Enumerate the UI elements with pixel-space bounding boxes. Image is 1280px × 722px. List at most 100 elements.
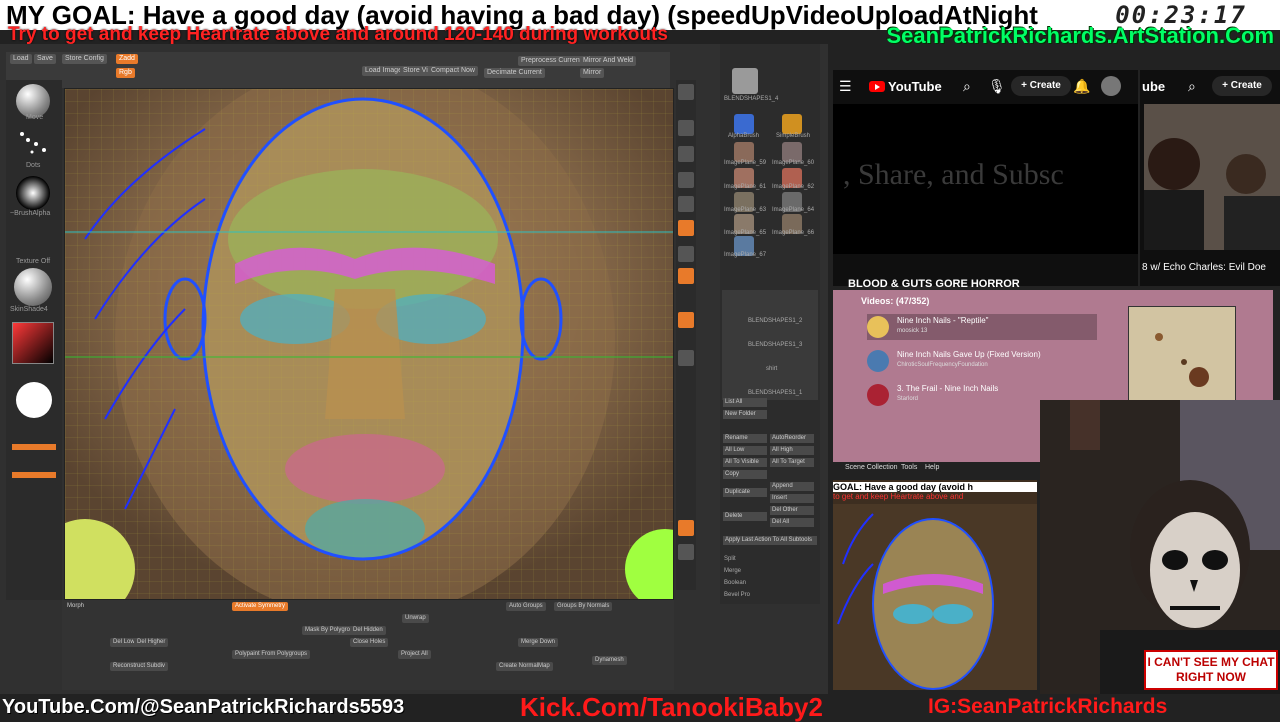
groups-by-normals-button[interactable]: Groups By Normals [554, 602, 613, 611]
zb-preprocess-button[interactable]: Preprocess Current [518, 56, 585, 66]
subtool-blendshapes-1[interactable]: BLENDSHAPES1_1 [748, 390, 802, 396]
floor-button[interactable] [678, 246, 694, 262]
zoom-button[interactable] [678, 146, 694, 162]
alpha-label: ~BrushAlpha [10, 210, 51, 217]
tool-thumb-imageplane-59[interactable] [734, 142, 754, 162]
alpha-icon[interactable] [16, 176, 50, 210]
zsub-button[interactable] [12, 472, 56, 478]
zb-save-button[interactable]: Save [34, 54, 56, 64]
playlist-item[interactable]: Nine Inch Nails Gave Up (Fixed Version) … [867, 348, 1097, 374]
subtool-list-all-button[interactable]: List All [723, 398, 767, 407]
zb-rgb-button[interactable]: Rgb [116, 68, 135, 78]
dynamesh-button[interactable]: Dynamesh [592, 656, 627, 665]
tool-thumb-alphabrush[interactable] [734, 114, 754, 134]
menu-scene-collection[interactable]: Scene Collection [845, 464, 898, 471]
subtool-append-button[interactable]: Append [770, 482, 814, 491]
main-color-swatch[interactable] [16, 382, 52, 418]
activate-symmetry-button[interactable]: Activate Symmetry [232, 602, 289, 611]
frame-button[interactable] [678, 350, 694, 366]
podcast-title[interactable]: 8 w/ Echo Charles: Evil Doe [1142, 262, 1266, 273]
solo-button[interactable] [678, 544, 694, 560]
subtool-merge-menu[interactable]: Merge [724, 568, 741, 574]
subtool-copy-button[interactable]: Copy [723, 470, 767, 479]
subtool-all-target-button[interactable]: All To Target [770, 458, 814, 467]
polypaint-from-polygroups-button[interactable]: Polypaint From Polygroups [232, 650, 311, 659]
bpr-button[interactable] [678, 84, 694, 100]
move-brush-icon[interactable] [16, 84, 50, 118]
material-icon[interactable] [14, 268, 52, 306]
youtube-logo[interactable]: YouTube [869, 79, 942, 94]
preview-heartrate-text: to get and keep Heartrate above and [833, 492, 964, 501]
close-holes-button[interactable]: Close Holes [350, 638, 389, 647]
subtool-new-folder-button[interactable]: New Folder [723, 410, 767, 419]
zb-mirror-button[interactable]: Mirror [580, 68, 605, 78]
tool-thumb-simplebrush[interactable] [782, 114, 802, 134]
create-normalmap-button[interactable]: Create NormalMap [496, 662, 553, 671]
subtool-boolean-menu[interactable]: Boolean [724, 580, 746, 586]
zb-load-button[interactable]: Load [10, 54, 32, 64]
zb-decimate-button[interactable]: Decimate Current [484, 68, 545, 78]
zb-mirror-weld-button[interactable]: Mirror And Weld [580, 56, 637, 66]
subtool-split-menu[interactable]: Split [724, 556, 736, 562]
merge-down-button[interactable]: Merge Down [518, 638, 559, 647]
reconstruct-subdiv-button[interactable]: Reconstruct Subdiv [110, 662, 169, 671]
subtool-insert-button[interactable]: Insert [770, 494, 814, 503]
transp-button[interactable] [678, 520, 694, 536]
subtool-all-visible-button[interactable]: All To Visible [723, 458, 767, 467]
avatar[interactable] [1101, 76, 1121, 96]
del-higher-button[interactable]: Del Higher [134, 638, 169, 647]
menu-icon[interactable]: ☰ [839, 78, 852, 95]
local-button[interactable] [678, 268, 694, 284]
search-icon[interactable]: ⌕ [963, 78, 971, 95]
youtube-logo-fragment[interactable]: ube [1142, 79, 1165, 94]
unwrap-button[interactable]: Unwrap [402, 614, 429, 623]
album-art [1128, 306, 1236, 402]
persp-button[interactable] [678, 220, 694, 236]
subtool-all-high-button[interactable]: All High [770, 446, 814, 455]
zb-zadd-button[interactable]: Zadd [116, 54, 138, 64]
zbrush-right-shelf [676, 80, 696, 590]
bell-icon[interactable]: 🔔 [1073, 78, 1090, 95]
search-icon-2[interactable]: ⌕ [1188, 78, 1196, 95]
zb-store-config-button[interactable]: Store Config [62, 54, 107, 64]
subtool-autoreorder-button[interactable]: AutoReorder [770, 434, 814, 443]
dots-stroke-icon[interactable] [16, 128, 50, 158]
create-button[interactable]: + Create [1011, 76, 1071, 96]
xyz-button[interactable] [678, 312, 694, 328]
tool-label-alphabrush: AlphaBrush [728, 133, 760, 139]
obs-preview[interactable]: GOAL: Have a good day (avoid h to get an… [833, 480, 1037, 690]
subtool-apply-all-button[interactable]: Apply Last Action To All Subtools [723, 536, 817, 545]
auto-groups-button[interactable]: Auto Groups [506, 602, 546, 611]
tool-thumb-imageplane-60[interactable] [782, 142, 802, 162]
subtool-blendshapes-3[interactable]: BLENDSHAPES1_3 [748, 342, 802, 348]
menu-help[interactable]: Help [925, 464, 939, 471]
subtool-del-all-button[interactable]: Del All [770, 518, 814, 527]
subtool-duplicate-button[interactable]: Duplicate [723, 488, 767, 497]
tool-thumb-blendshapes[interactable] [732, 68, 758, 94]
mrg-button[interactable] [12, 444, 56, 450]
mic-icon[interactable]: 🎙 [988, 78, 1006, 95]
subtool-delete-button[interactable]: Delete [723, 512, 767, 521]
zb-load-image-button[interactable]: Load Image [362, 66, 405, 76]
playlist-item[interactable]: Nine Inch Nails - "Reptile" moosick 13 [867, 314, 1097, 340]
zb-compact-now-button[interactable]: Compact Now [428, 66, 478, 76]
subtool-rename-button[interactable]: Rename [723, 434, 767, 443]
subtool-blendshapes-2[interactable]: BLENDSHAPES1_2 [748, 318, 802, 324]
project-all-button[interactable]: Project All [398, 650, 431, 659]
actual-button[interactable] [678, 172, 694, 188]
podcast-video-thumb[interactable] [1144, 104, 1280, 250]
kick-channel-url: Kick.Com/TanookiBaby2 [520, 692, 823, 722]
subtool-del-other-button[interactable]: Del Other [770, 506, 814, 515]
subtool-bevel-pro-menu[interactable]: Bevel Pro [724, 592, 750, 598]
menu-tools[interactable]: Tools [901, 464, 917, 471]
color-picker[interactable] [12, 322, 54, 364]
scroll-button[interactable] [678, 120, 694, 136]
create-button-2[interactable]: + Create [1212, 76, 1272, 96]
obs-menubar: Scene Collection Tools Help [833, 462, 1033, 476]
subtool-all-low-button[interactable]: All Low [723, 446, 767, 455]
subtool-shirt[interactable]: shirt [766, 366, 777, 372]
del-hidden-button[interactable]: Del Hidden [350, 626, 386, 635]
zb-store-view-button[interactable]: Store Vi [400, 66, 431, 76]
aahalf-button[interactable] [678, 196, 694, 212]
zbrush-canvas[interactable] [64, 88, 674, 600]
